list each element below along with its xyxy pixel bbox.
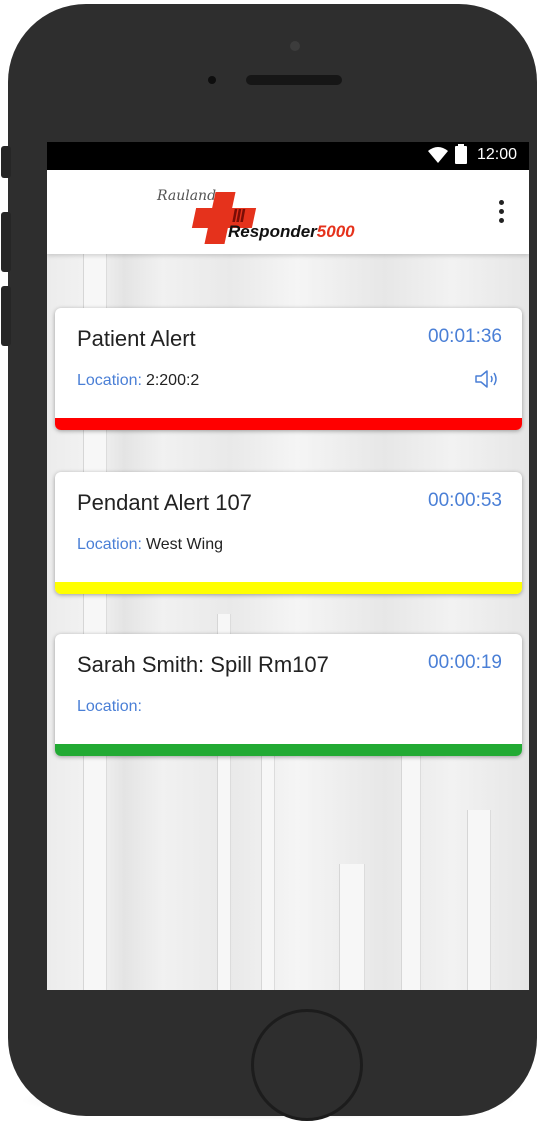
- alert-card[interactable]: Patient Alert 00:01:36 Location: 2:200:2: [55, 308, 522, 430]
- app-bar: Rauland III Responder5000: [47, 170, 529, 254]
- alert-timer: 00:00:53: [428, 490, 502, 511]
- earpiece-speaker: [246, 75, 342, 85]
- side-button-power[interactable]: [1, 146, 11, 178]
- status-time: 12:00: [476, 146, 517, 163]
- alert-timer: 00:01:36: [428, 326, 502, 347]
- home-button[interactable]: [251, 1009, 363, 1121]
- background-pillar: [339, 864, 365, 990]
- alert-location: Location:: [77, 698, 142, 715]
- battery-icon: [454, 144, 467, 164]
- front-camera: [290, 41, 300, 51]
- alert-card[interactable]: Pendant Alert 107 00:00:53 Location: West…: [55, 472, 522, 594]
- alert-timer: 00:00:19: [428, 652, 502, 673]
- alert-card[interactable]: Sarah Smith: Spill Rm107 00:00:19 Locati…: [55, 634, 522, 756]
- alert-title: Sarah Smith: Spill Rm107: [77, 652, 329, 677]
- overflow-menu-button[interactable]: [491, 194, 511, 230]
- alert-priority-bar: [55, 744, 522, 756]
- alert-location: Location: West Wing: [77, 536, 223, 553]
- alert-priority-bar: [55, 418, 522, 430]
- side-button-volume-up[interactable]: [1, 212, 11, 272]
- app-logo: Rauland III Responder5000: [152, 186, 372, 246]
- alert-title: Patient Alert: [77, 326, 196, 351]
- alert-location-value: West Wing: [145, 536, 223, 553]
- menu-dot: [499, 209, 504, 214]
- alert-location: Location: 2:200:2: [77, 372, 200, 389]
- speaker-icon[interactable]: [474, 368, 500, 390]
- alert-priority-bar: [55, 582, 522, 594]
- side-button-volume-down[interactable]: [1, 286, 11, 346]
- background-pillar: [467, 810, 491, 990]
- menu-dot: [499, 200, 504, 205]
- alert-title: Pendant Alert 107: [77, 490, 252, 515]
- logo-responder-text: Responder5000: [228, 222, 355, 241]
- proximity-sensor: [208, 76, 216, 84]
- background-pillar: [261, 734, 275, 990]
- wifi-icon: [427, 147, 448, 163]
- menu-dot: [499, 218, 504, 223]
- alert-location-value: 2:200:2: [145, 372, 200, 389]
- status-bar: 12:00: [47, 142, 529, 170]
- phone-screen: 12:00 Rauland III Responder5000 Patient …: [47, 142, 529, 990]
- logo-rauland-text: Rauland: [157, 188, 217, 204]
